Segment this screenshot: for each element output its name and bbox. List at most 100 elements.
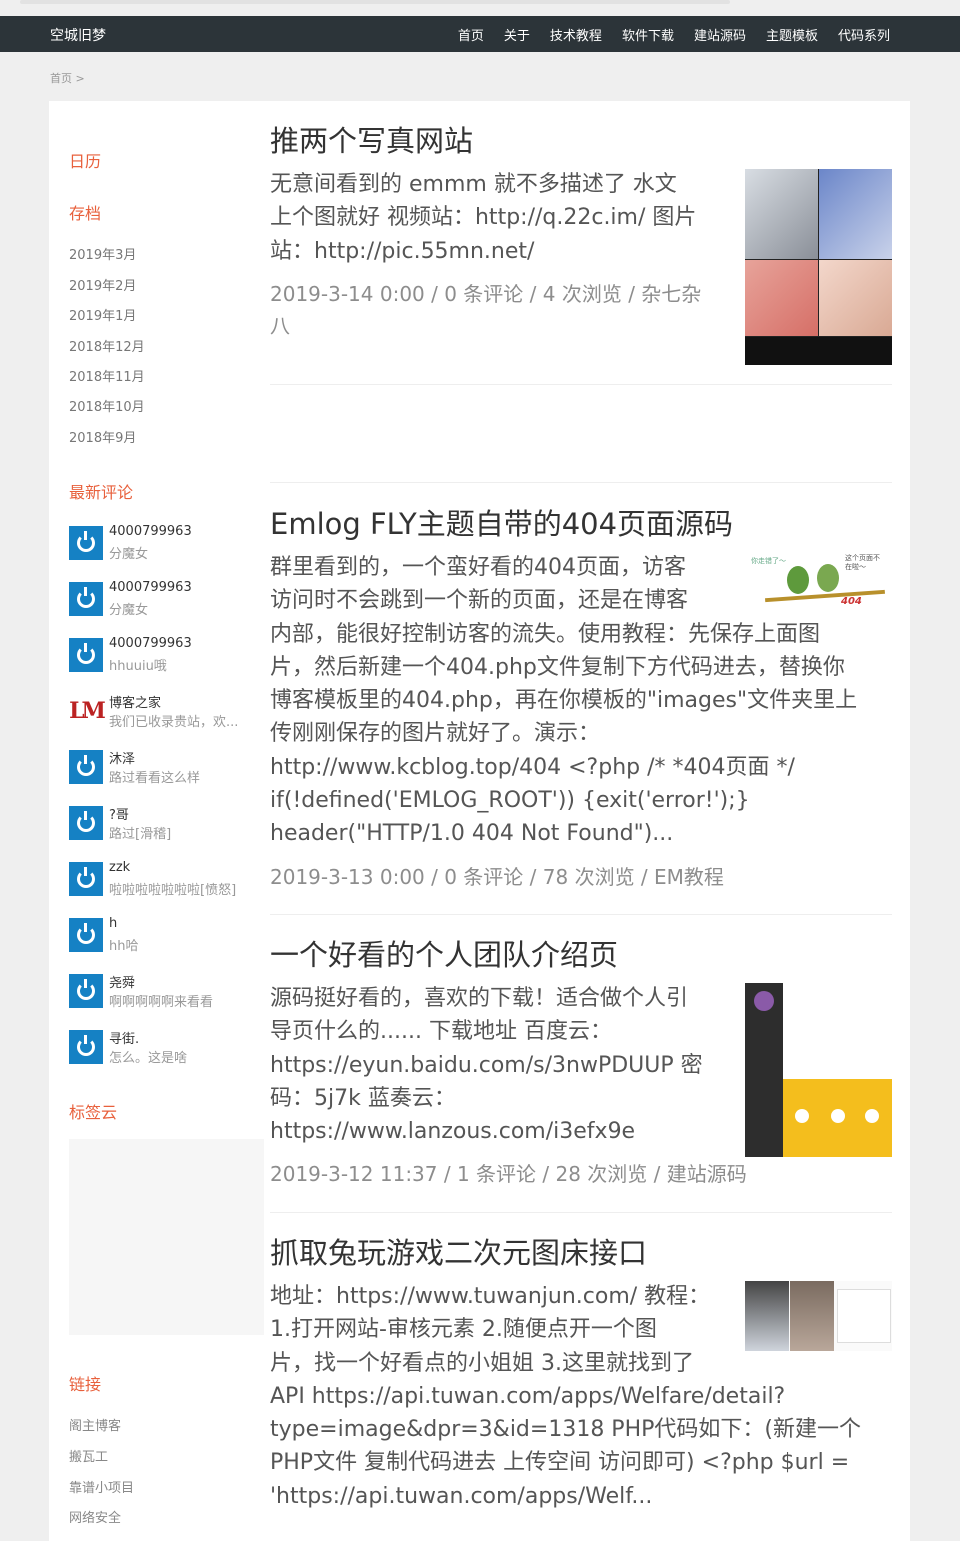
excerpt-line: if(!defined('EMLOG_ROOT')) {exit('error!…	[270, 788, 750, 814]
photo-tile	[745, 169, 818, 259]
excerpt-line: 片，找一个好看点的小姐姐 3.这里就找到了	[270, 1350, 694, 1376]
divider	[270, 1212, 892, 1213]
site-logo[interactable]: 空城旧梦	[50, 25, 106, 45]
photo-tile	[745, 1281, 789, 1351]
photo-tile	[819, 260, 892, 336]
friend-link[interactable]: 网络安全	[69, 1507, 121, 1526]
excerpt-line: 无意间看到的 emmm 就不多描述了 水文	[270, 172, 677, 197]
post-excerpt: 源码挺好看的，喜欢的下载！适合做个人引 导页什么的...... 下载地址 百度云…	[270, 982, 740, 1148]
archive-link[interactable]: 2018年12月	[69, 336, 145, 355]
menu-tutorials[interactable]: 技术教程	[550, 25, 602, 44]
archive-link[interactable]: 2019年2月	[69, 275, 136, 294]
main-menu: 首页 关于 技术教程 软件下载 建站源码 主题模板 代码系列	[458, 25, 890, 44]
links-heading: 链接	[69, 1375, 102, 1394]
circle-icon	[865, 1109, 879, 1123]
qq-icon	[77, 587, 95, 608]
comment-item[interactable]: 沐泽 路过看看这么样	[69, 748, 249, 790]
archive-link[interactable]: 2018年10月	[69, 396, 145, 415]
excerpt-line: 源码挺好看的，喜欢的下载！适合做个人引	[270, 986, 689, 1011]
friend-link[interactable]: 阁主博客	[69, 1415, 121, 1434]
post-meta: 2019-3-13 0:00 / 0 条评论 / 78 次浏览 / EM教程	[270, 861, 724, 893]
breadcrumb[interactable]: 首页 >	[50, 70, 85, 86]
friend-link[interactable]: 搬瓦工	[69, 1446, 108, 1465]
browser-scroll-strip	[0, 0, 960, 16]
comment-item[interactable]: 4000799963 hhuuiu哦	[69, 636, 249, 678]
menu-about[interactable]: 关于	[504, 25, 530, 44]
post-title[interactable]: 抓取兔玩游戏二次元图床接口	[270, 1230, 647, 1272]
comment-author: 沐泽	[109, 752, 136, 767]
comment-item[interactable]: ?哥 路过[滑稽]	[69, 804, 249, 846]
archive-link[interactable]: 2019年3月	[69, 244, 136, 263]
comment-item[interactable]: 尧舜 啊啊啊啊啊来看看	[69, 972, 249, 1014]
divider	[270, 384, 892, 385]
excerpt-line: header("HTTP/1.0 404 Not Found")...	[270, 821, 674, 847]
menu-software[interactable]: 软件下载	[622, 25, 674, 44]
404-text-left: 你走错了～	[751, 557, 786, 565]
excerpt-line: 导页什么的...... 下载地址 百度云：	[270, 1019, 612, 1045]
post-title[interactable]: 推两个写真网站	[270, 118, 473, 160]
avatar	[69, 1030, 103, 1064]
top-nav: 空城旧梦 首页 关于 技术教程 软件下载 建站源码 主题模板 代码系列	[0, 16, 960, 52]
comment-text: 啦啦啦啦啦啦啦[愤怒]	[109, 883, 237, 898]
archive-link[interactable]: 2019年1月	[69, 305, 136, 324]
meta-line: 2019-3-12 11:37 / 1 条评论 / 28 次浏览 / 建站源码	[270, 1162, 747, 1186]
avatar	[69, 638, 103, 672]
excerpt-line: 内部，能很好控制访客的流失。使用教程：先保存上面图	[270, 621, 821, 647]
comment-item[interactable]: 寻街. 怎么。这是啥	[69, 1028, 249, 1070]
code-panel	[837, 1289, 891, 1343]
comment-text: 路过[滑稽]	[109, 827, 172, 842]
excerpt-line: 博客模板里的404.php，再在你模板的"images"文件夹里上	[270, 688, 858, 714]
comment-item[interactable]: 4000799963 分魔女	[69, 580, 249, 622]
qq-icon	[77, 867, 95, 888]
comment-author: 尧舜	[109, 976, 136, 991]
divider	[270, 914, 892, 915]
divider	[270, 482, 892, 483]
menu-home[interactable]: 首页	[458, 25, 484, 44]
comment-item[interactable]: zzk 啦啦啦啦啦啦啦[愤怒]	[69, 860, 249, 902]
post-thumbnail[interactable]	[745, 169, 892, 365]
post-title[interactable]: 一个好看的个人团队介绍页	[270, 932, 618, 974]
comment-text: 路过看看这么样	[109, 771, 201, 786]
excerpt-line: PHP文件 复制代码进去 上传空间 访问即可) <?php $url =	[270, 1450, 850, 1476]
excerpt-line: type=image&dpr=3&id=1318 PHP代码如下：(新建一个	[270, 1417, 861, 1443]
excerpt-line: 传刚刚保存的图片就好了。演示：	[270, 721, 601, 747]
post-thumbnail[interactable]	[745, 1281, 892, 1351]
comment-author: 4000799963	[109, 524, 192, 539]
friend-link[interactable]: 靠谱小项目	[69, 1477, 134, 1496]
excerpt-line: https://www.lanzous.com/i3efx9e	[270, 1119, 636, 1145]
tag-cloud	[69, 1139, 264, 1335]
comment-item[interactable]: 4000799963 分魔女	[69, 524, 249, 566]
menu-themes[interactable]: 主题模板	[766, 25, 818, 44]
qq-icon	[77, 643, 95, 664]
archive-heading: 存档	[69, 204, 102, 223]
photo-tile	[790, 1281, 834, 1351]
post-meta: 2019-3-12 11:37 / 1 条评论 / 28 次浏览 / 建站源码	[270, 1158, 747, 1190]
post-thumbnail[interactable]	[745, 983, 892, 1157]
scrollbar[interactable]	[20, 0, 730, 4]
post-title[interactable]: Emlog FLY主题自带的404页面源码	[270, 501, 733, 543]
comment-item[interactable]: LM 博客之家 我们已收录贵站，欢...	[69, 692, 249, 734]
tags-heading: 标签云	[69, 1103, 118, 1122]
qq-icon	[77, 979, 95, 1000]
post-thumbnail[interactable]: 你走错了～ 这个页面不在啦～ 404	[745, 550, 892, 614]
comment-author: 4000799963	[109, 636, 192, 651]
qq-icon	[77, 755, 95, 776]
archive-link[interactable]: 2018年9月	[69, 427, 136, 446]
menu-code[interactable]: 代码系列	[838, 25, 890, 44]
comment-author: h	[109, 916, 118, 931]
comment-text: 啊啊啊啊啊来看看	[109, 995, 214, 1010]
comment-author: ?哥	[109, 808, 129, 823]
meta-line: 八	[270, 314, 290, 338]
lm-logo-icon: LM	[69, 694, 106, 728]
menu-source[interactable]: 建站源码	[694, 25, 746, 44]
avatar	[69, 974, 103, 1008]
avatar	[69, 526, 103, 560]
archive-link[interactable]: 2018年11月	[69, 366, 145, 385]
post-excerpt: 无意间看到的 emmm 就不多描述了 水文 上个图就好 视频站：http://q…	[270, 168, 730, 268]
comment-text: hh哈	[109, 939, 139, 954]
comment-item[interactable]: h hh哈	[69, 916, 249, 958]
post-meta: 2019-3-14 0:00 / 0 条评论 / 4 次浏览 / 杂七杂 八	[270, 278, 701, 342]
qq-icon	[77, 811, 95, 832]
404-text-right: 这个页面不在啦～	[845, 554, 880, 571]
comment-text: hhuuiu哦	[109, 659, 167, 674]
